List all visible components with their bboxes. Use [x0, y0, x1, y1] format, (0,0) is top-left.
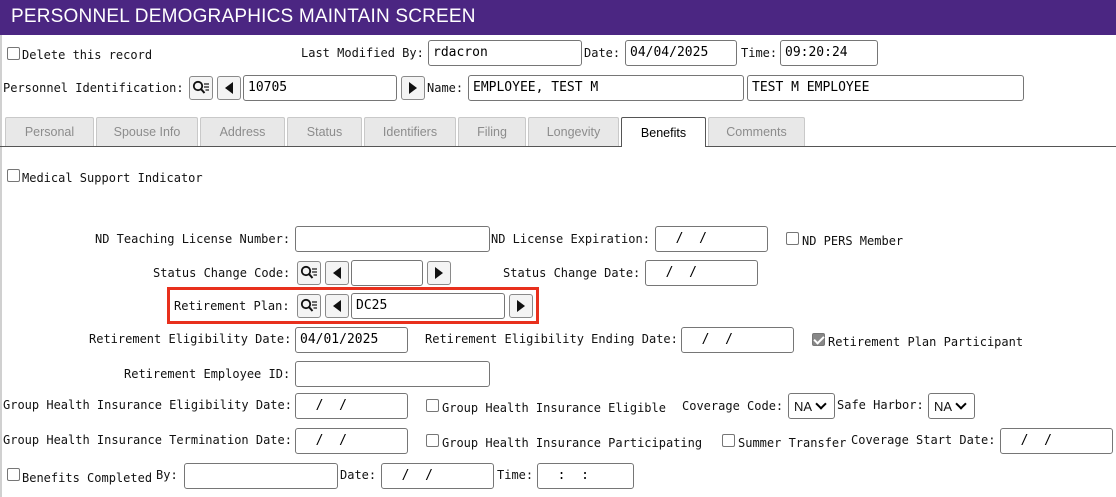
arrow-left-icon	[333, 267, 341, 279]
retirement-elig-end-field[interactable]: / /	[681, 327, 794, 353]
nd-license-exp-field[interactable]: / /	[655, 226, 768, 252]
retirement-emp-id-field[interactable]	[295, 361, 490, 387]
tab-comments[interactable]: Comments	[708, 117, 805, 146]
completed-time-field[interactable]: : :	[537, 463, 634, 489]
status-change-code-label: Status Change Code:	[153, 266, 291, 280]
nd-pers-member-label: ND PERS Member	[802, 234, 904, 248]
status-change-code-field[interactable]	[351, 260, 423, 286]
arrow-right-icon	[409, 82, 417, 94]
completed-date-field[interactable]: / /	[381, 463, 494, 489]
nd-teaching-license-label: ND Teaching License Number:	[95, 232, 291, 246]
ghi-elig-date-label: Group Health Insurance Eligibility Date:	[3, 398, 292, 412]
summer-transfer-checkbox[interactable]	[722, 434, 735, 447]
page-title: PERSONNEL DEMOGRAPHICS MAINTAIN SCREEN	[11, 6, 476, 27]
status-change-next-button[interactable]	[427, 261, 451, 285]
ghi-eligible-label: Group Health Insurance Eligible	[442, 401, 666, 415]
benefits-completed-checkbox[interactable]	[7, 468, 20, 481]
status-change-date-field[interactable]: / /	[645, 260, 758, 286]
retirement-plan-lookup-button[interactable]	[297, 294, 321, 318]
completed-date-label: Date:	[340, 468, 377, 482]
name-field[interactable]: EMPLOYEE, TEST M	[468, 75, 744, 101]
medical-support-checkbox[interactable]	[7, 169, 20, 182]
tab-filing[interactable]: Filing	[458, 117, 526, 146]
name-label: Name:	[427, 81, 464, 95]
date-label: Date:	[584, 46, 621, 60]
by-label: By:	[156, 468, 178, 482]
tab-status[interactable]: Status	[287, 117, 362, 146]
coverage-code-value: NA	[794, 398, 813, 414]
medical-support-label: Medical Support Indicator	[22, 171, 203, 185]
arrow-right-icon	[435, 267, 443, 279]
tab-longevity[interactable]: Longevity	[528, 117, 619, 146]
chevron-down-icon	[955, 398, 967, 410]
last-modified-label: Last Modified By:	[301, 46, 424, 60]
personnel-id-prev-button[interactable]	[217, 76, 241, 100]
tab-spouse-info[interactable]: Spouse Info	[96, 117, 198, 146]
ghi-term-date-field[interactable]: / /	[295, 428, 408, 454]
tab-divider	[0, 146, 1116, 147]
search-icon	[192, 80, 209, 94]
last-modified-by-field[interactable]: rdacron	[428, 40, 582, 66]
title-bar: PERSONNEL DEMOGRAPHICS MAINTAIN SCREEN	[0, 0, 1116, 35]
coverage-start-label: Coverage Start Date:	[851, 433, 996, 447]
left-border	[0, 35, 2, 497]
completed-by-field[interactable]	[184, 463, 338, 489]
retirement-participant-label: Retirement Plan Participant	[828, 335, 1024, 349]
arrow-left-icon	[333, 300, 341, 312]
retirement-plan-next-button[interactable]	[509, 294, 533, 318]
ghi-participating-label: Group Health Insurance Participating	[442, 436, 703, 450]
retirement-elig-end-label: Retirement Eligibility Ending Date:	[425, 332, 678, 346]
chevron-down-icon	[815, 398, 827, 410]
personnel-id-label: Personnel Identification:	[3, 81, 184, 95]
status-change-lookup-button[interactable]	[297, 261, 321, 285]
status-change-prev-button[interactable]	[325, 261, 349, 285]
ghi-participating-checkbox[interactable]	[426, 434, 439, 447]
personnel-id-field[interactable]: 10705	[243, 75, 397, 101]
time-label: Time:	[741, 46, 778, 60]
safe-harbor-value: NA	[934, 398, 953, 414]
delete-record-label: Delete this record	[22, 48, 153, 62]
delete-record-checkbox[interactable]	[7, 47, 20, 60]
ghi-elig-date-field[interactable]: / /	[295, 393, 408, 419]
safe-harbor-select[interactable]: NA	[928, 393, 975, 419]
ghi-eligible-checkbox[interactable]	[426, 399, 439, 412]
retirement-emp-id-label: Retirement Employee ID:	[124, 367, 291, 381]
coverage-code-select[interactable]: NA	[788, 393, 835, 419]
status-change-date-label: Status Change Date:	[503, 266, 641, 280]
modified-date-field[interactable]: 04/04/2025	[625, 40, 737, 66]
search-icon	[300, 298, 317, 312]
coverage-start-field[interactable]: / /	[1000, 428, 1113, 454]
arrow-left-icon	[225, 82, 233, 94]
modified-time-field[interactable]: 09:20:24	[780, 40, 878, 66]
completed-time-label: Time:	[497, 468, 534, 482]
name-display-field[interactable]: TEST M EMPLOYEE	[747, 75, 1024, 101]
coverage-code-label: Coverage Code:	[682, 399, 784, 413]
retirement-plan-field[interactable]: DC25	[351, 293, 505, 319]
retirement-plan-prev-button[interactable]	[325, 294, 349, 318]
tab-personal[interactable]: Personal	[5, 117, 94, 146]
benefits-completed-label: Benefits Completed	[22, 471, 153, 485]
retirement-plan-label: Retirement Plan:	[174, 299, 290, 313]
retirement-elig-date-label: Retirement Eligibility Date:	[89, 332, 292, 346]
search-icon	[300, 265, 317, 279]
tab-address[interactable]: Address	[200, 117, 285, 146]
arrow-right-icon	[517, 300, 525, 312]
nd-license-exp-label: ND License Expiration:	[491, 232, 650, 246]
nd-pers-member-checkbox[interactable]	[786, 232, 799, 245]
nd-teaching-license-field[interactable]	[295, 226, 490, 252]
summer-transfer-label: Summer Transfer	[738, 436, 847, 450]
retirement-participant-checkbox[interactable]	[812, 333, 825, 346]
ghi-term-date-label: Group Health Insurance Termination Date:	[3, 433, 292, 447]
tab-benefits[interactable]: Benefits	[621, 117, 706, 147]
personnel-id-lookup-button[interactable]	[189, 76, 213, 100]
personnel-id-next-button[interactable]	[401, 76, 425, 100]
retirement-elig-date-field[interactable]: 04/01/2025	[295, 327, 408, 353]
safe-harbor-label: Safe Harbor:	[837, 398, 924, 412]
tab-identifiers[interactable]: Identifiers	[364, 117, 456, 146]
